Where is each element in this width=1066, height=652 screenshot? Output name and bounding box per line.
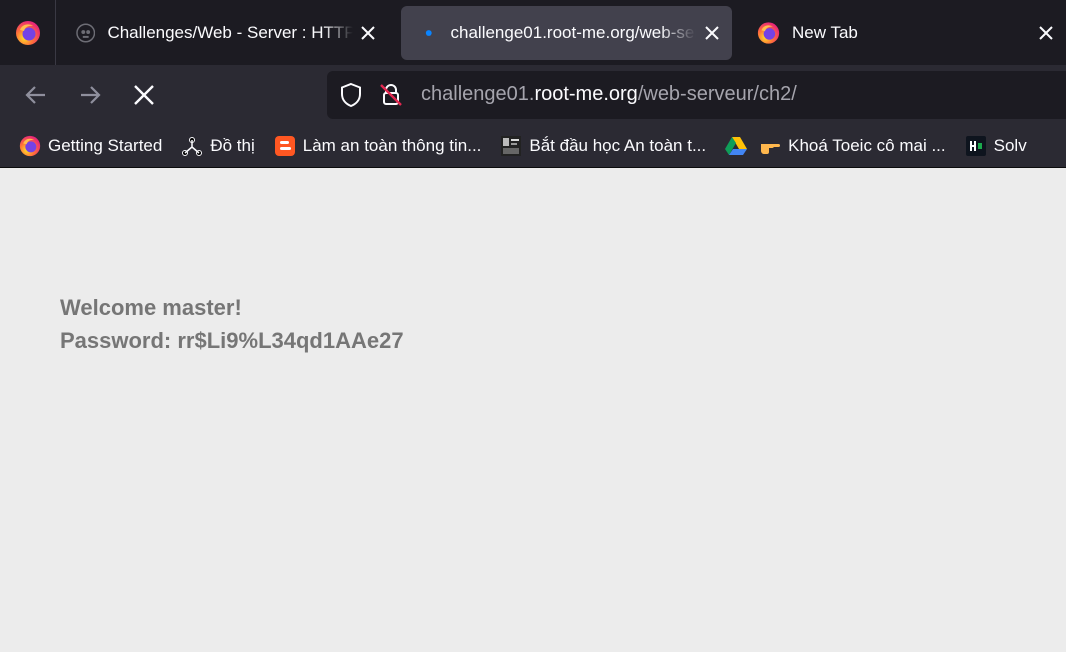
bookmark-khoa-toeic[interactable]: Khoá Toeic cô mai ... [758,134,946,158]
back-button[interactable] [16,75,56,115]
tab-active-challenge[interactable]: challenge01.root-me.org/web-serveur/ch2/ [401,5,732,60]
bookmark-label: Bắt đầu học An toàn t... [529,135,707,155]
bookmark-getting-started[interactable]: Getting Started [18,134,162,158]
bookmark-label: Làm an toàn thông tin... [302,135,482,155]
insecure-lock-icon[interactable] [377,81,405,109]
page-content: Welcome master! Password: rr$Li9%L34qd1A… [0,168,1066,652]
blogger-icon [273,134,297,158]
tab-new-tab[interactable]: New Tab [739,6,1066,60]
bookmark-lam-an-toan[interactable]: Làm an toàn thông tin... [273,134,482,158]
welcome-message: Welcome master! [60,295,242,320]
bookmark-google-drive[interactable] [724,134,748,158]
firefox-icon [757,21,780,44]
bookmark-label: Solv [993,135,1027,155]
tab-close-icon[interactable] [359,23,378,43]
url-prefix: challenge01. [421,83,535,105]
tab-title: Challenges/Web - Server : HTTP - Open re… [107,22,353,42]
navigation-bar: challenge01.root-me.org/web-serveur/ch2/ [0,65,1066,124]
browser-chrome: Challenges/Web - Server : HTTP - Open re… [0,0,1066,168]
bookmark-bat-dau-hoc[interactable]: Bắt đầu học An toàn t... [499,134,706,158]
url-host: root-me.org [534,83,638,105]
tab-close-icon[interactable] [702,23,722,43]
url-path: /web-serveur/ch2/ [637,83,797,105]
bookmark-label: Khoá Toeic cô mai ... [788,135,946,155]
hackerrank-icon [964,134,988,158]
tab-title: New Tab [792,22,858,42]
bookmark-do-thi[interactable]: Đồ thị [180,134,255,158]
close-icon [134,84,154,105]
bookmarks-bar: Getting Started Đồ thị Làm an toàn thông… [0,124,1066,168]
firefox-view-button[interactable] [0,0,56,65]
bookmark-hackerrank[interactable]: Solv [964,134,1027,158]
bookmark-label: Getting Started [48,135,163,155]
graph-icon [180,134,204,158]
site-thumbnail-icon [499,134,523,158]
password-message: Password: rr$Li9%L34qd1AAe27 [60,328,404,353]
forward-arrow-icon [81,85,101,104]
rootme-skull-icon [76,23,96,42]
bookmark-label: Đồ thị [210,135,255,155]
tab-title: challenge01.root-me.org/web-serveur/ch2/ [450,22,697,42]
pointing-hand-emoji-icon [758,134,782,158]
firefox-icon [15,20,40,45]
tab-strip: Challenges/Web - Server : HTTP - Open re… [0,0,1066,65]
url-text[interactable]: challenge01.root-me.org/web-serveur/ch2/ [421,83,797,106]
tab-challenges[interactable]: Challenges/Web - Server : HTTP - Open re… [58,6,388,60]
url-bar[interactable]: challenge01.root-me.org/web-serveur/ch2/ [327,70,1066,119]
forward-button[interactable] [70,75,110,115]
tracking-protection-shield-icon[interactable] [337,81,365,109]
google-drive-icon [724,134,748,158]
stop-loading-button[interactable] [124,75,164,115]
firefox-icon [18,134,42,158]
loading-dot-icon [425,29,432,36]
back-arrow-icon [25,85,45,104]
tab-close-icon[interactable] [1037,23,1056,43]
